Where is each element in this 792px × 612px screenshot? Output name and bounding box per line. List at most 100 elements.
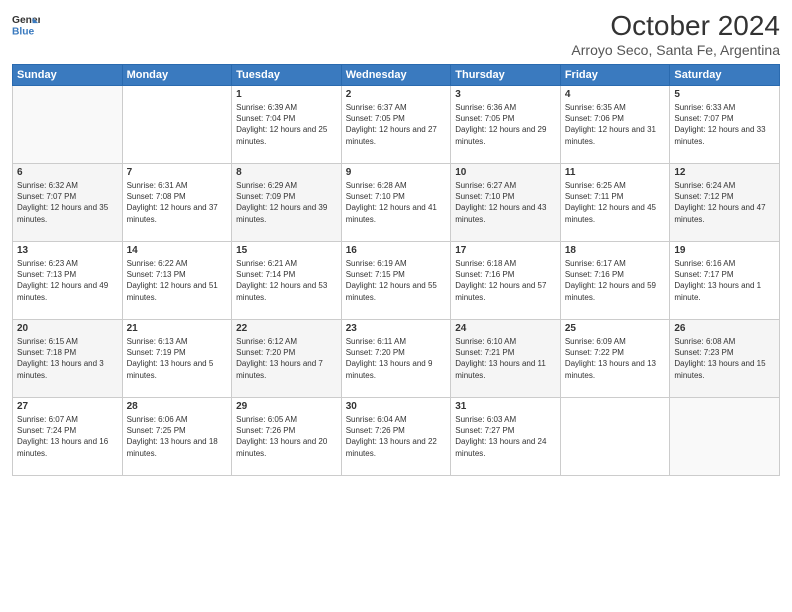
- day-info: Sunrise: 6:10 AM Sunset: 7:21 PM Dayligh…: [455, 336, 556, 381]
- day-number: 26: [674, 323, 775, 334]
- day-number: 6: [17, 167, 118, 178]
- table-row: 14 Sunrise: 6:22 AM Sunset: 7:13 PM Dayli…: [122, 242, 232, 320]
- day-number: 21: [127, 323, 228, 334]
- day-info: Sunrise: 6:31 AM Sunset: 7:08 PM Dayligh…: [127, 180, 228, 225]
- day-info: Sunrise: 6:18 AM Sunset: 7:16 PM Dayligh…: [455, 258, 556, 303]
- day-number: 20: [17, 323, 118, 334]
- day-number: 16: [346, 245, 447, 256]
- day-number: 11: [565, 167, 666, 178]
- table-row: 23 Sunrise: 6:11 AM Sunset: 7:20 PM Dayli…: [341, 320, 451, 398]
- table-row: 18Sunrise: 6:17 AM Sunset: 7:16 PM Dayli…: [560, 242, 670, 320]
- table-row: 15Sunrise: 6:21 AM Sunset: 7:14 PM Dayli…: [232, 242, 342, 320]
- day-number: 25: [565, 323, 666, 334]
- table-row: 7 Sunrise: 6:31 AM Sunset: 7:08 PM Daylig…: [122, 164, 232, 242]
- day-number: 17: [455, 245, 556, 256]
- day-info: Sunrise: 6:04 AM Sunset: 7:26 PM Dayligh…: [346, 414, 447, 459]
- calendar-table: Sunday Monday Tuesday Wednesday Thursday…: [12, 64, 780, 476]
- month-title: October 2024: [571, 10, 780, 42]
- logo: General Blue: [12, 10, 40, 38]
- day-info: Sunrise: 6:05 AM Sunset: 7:26 PM Dayligh…: [236, 414, 337, 459]
- table-row: 17 Sunrise: 6:18 AM Sunset: 7:16 PM Dayli…: [451, 242, 561, 320]
- day-info: Sunrise: 6:12 AM Sunset: 7:20 PM Dayligh…: [236, 336, 337, 381]
- day-info: Sunrise: 6:21 AM Sunset: 7:14 PM Dayligh…: [236, 258, 337, 303]
- table-row: 5 Sunrise: 6:33 AM Sunset: 7:07 PM Daylig…: [670, 86, 780, 164]
- day-info: Sunrise: 6:07 AM Sunset: 7:24 PM Dayligh…: [17, 414, 118, 459]
- day-info: Sunrise: 6:35 AM Sunset: 7:06 PM Dayligh…: [565, 102, 666, 147]
- day-number: 23: [346, 323, 447, 334]
- day-info: Sunrise: 6:24 AM Sunset: 7:12 PM Dayligh…: [674, 180, 775, 225]
- header-monday: Monday: [122, 65, 232, 86]
- day-info: Sunrise: 6:27 AM Sunset: 7:10 PM Dayligh…: [455, 180, 556, 225]
- table-row: 6Sunrise: 6:32 AM Sunset: 7:07 PM Daylig…: [13, 164, 123, 242]
- day-number: 2: [346, 89, 447, 100]
- day-number: 22: [236, 323, 337, 334]
- header: General Blue October 2024 Arroyo Seco, S…: [12, 10, 780, 58]
- day-info: Sunrise: 6:11 AM Sunset: 7:20 PM Dayligh…: [346, 336, 447, 381]
- day-number: 18: [565, 245, 666, 256]
- day-number: 27: [17, 401, 118, 412]
- day-number: 5: [674, 89, 775, 100]
- calendar-week-row: 6Sunrise: 6:32 AM Sunset: 7:07 PM Daylig…: [13, 164, 780, 242]
- day-info: Sunrise: 6:33 AM Sunset: 7:07 PM Dayligh…: [674, 102, 775, 147]
- day-number: 24: [455, 323, 556, 334]
- day-info: Sunrise: 6:29 AM Sunset: 7:09 PM Dayligh…: [236, 180, 337, 225]
- svg-text:Blue: Blue: [12, 26, 35, 37]
- day-number: 10: [455, 167, 556, 178]
- table-row: 31Sunrise: 6:03 AM Sunset: 7:27 PM Dayli…: [451, 398, 561, 476]
- table-row: 9 Sunrise: 6:28 AM Sunset: 7:10 PM Daylig…: [341, 164, 451, 242]
- day-number: 7: [127, 167, 228, 178]
- table-row: 11 Sunrise: 6:25 AM Sunset: 7:11 PM Dayli…: [560, 164, 670, 242]
- table-row: 3 Sunrise: 6:36 AM Sunset: 7:05 PM Daylig…: [451, 86, 561, 164]
- day-number: 29: [236, 401, 337, 412]
- day-info: Sunrise: 6:08 AM Sunset: 7:23 PM Dayligh…: [674, 336, 775, 381]
- header-tuesday: Tuesday: [232, 65, 342, 86]
- table-row: 27 Sunrise: 6:07 AM Sunset: 7:24 PM Dayli…: [13, 398, 123, 476]
- table-row: 26 Sunrise: 6:08 AM Sunset: 7:23 PM Dayli…: [670, 320, 780, 398]
- day-info: Sunrise: 6:22 AM Sunset: 7:13 PM Dayligh…: [127, 258, 228, 303]
- calendar-week-row: 27 Sunrise: 6:07 AM Sunset: 7:24 PM Dayli…: [13, 398, 780, 476]
- table-row: 2 Sunrise: 6:37 AM Sunset: 7:05 PM Daylig…: [341, 86, 451, 164]
- day-number: 9: [346, 167, 447, 178]
- day-number: 12: [674, 167, 775, 178]
- table-row: 10 Sunrise: 6:27 AM Sunset: 7:10 PM Dayli…: [451, 164, 561, 242]
- table-row: 28 Sunrise: 6:06 AM Sunset: 7:25 PM Dayli…: [122, 398, 232, 476]
- day-info: Sunrise: 6:06 AM Sunset: 7:25 PM Dayligh…: [127, 414, 228, 459]
- day-number: 4: [565, 89, 666, 100]
- day-info: Sunrise: 6:28 AM Sunset: 7:10 PM Dayligh…: [346, 180, 447, 225]
- table-row: [13, 86, 123, 164]
- table-row: 13 Sunrise: 6:23 AM Sunset: 7:13 PM Dayli…: [13, 242, 123, 320]
- location-subtitle: Arroyo Seco, Santa Fe, Argentina: [571, 42, 780, 58]
- table-row: 29 Sunrise: 6:05 AM Sunset: 7:26 PM Dayli…: [232, 398, 342, 476]
- table-row: 4 Sunrise: 6:35 AM Sunset: 7:06 PM Daylig…: [560, 86, 670, 164]
- table-row: 19Sunrise: 6:16 AM Sunset: 7:17 PM Dayli…: [670, 242, 780, 320]
- day-number: 3: [455, 89, 556, 100]
- day-number: 28: [127, 401, 228, 412]
- table-row: 25 Sunrise: 6:09 AM Sunset: 7:22 PM Dayli…: [560, 320, 670, 398]
- header-saturday: Saturday: [670, 65, 780, 86]
- table-row: 12 Sunrise: 6:24 AM Sunset: 7:12 PM Dayli…: [670, 164, 780, 242]
- table-row: 24 Sunrise: 6:10 AM Sunset: 7:21 PM Dayli…: [451, 320, 561, 398]
- day-info: Sunrise: 6:36 AM Sunset: 7:05 PM Dayligh…: [455, 102, 556, 147]
- day-info: Sunrise: 6:25 AM Sunset: 7:11 PM Dayligh…: [565, 180, 666, 225]
- day-number: 1: [236, 89, 337, 100]
- table-row: 20 Sunrise: 6:15 AM Sunset: 7:18 PM Dayli…: [13, 320, 123, 398]
- day-info: Sunrise: 6:09 AM Sunset: 7:22 PM Dayligh…: [565, 336, 666, 381]
- day-info: Sunrise: 6:15 AM Sunset: 7:18 PM Dayligh…: [17, 336, 118, 381]
- day-info: Sunrise: 6:39 AM Sunset: 7:04 PM Dayligh…: [236, 102, 337, 147]
- calendar-week-row: 20 Sunrise: 6:15 AM Sunset: 7:18 PM Dayli…: [13, 320, 780, 398]
- day-info: Sunrise: 6:16 AM Sunset: 7:17 PM Dayligh…: [674, 258, 775, 303]
- day-number: 14: [127, 245, 228, 256]
- day-info: Sunrise: 6:37 AM Sunset: 7:05 PM Dayligh…: [346, 102, 447, 147]
- table-row: 22 Sunrise: 6:12 AM Sunset: 7:20 PM Dayli…: [232, 320, 342, 398]
- day-info: Sunrise: 6:23 AM Sunset: 7:13 PM Dayligh…: [17, 258, 118, 303]
- table-row: 30 Sunrise: 6:04 AM Sunset: 7:26 PM Dayli…: [341, 398, 451, 476]
- day-info: Sunrise: 6:19 AM Sunset: 7:15 PM Dayligh…: [346, 258, 447, 303]
- table-row: 1 Sunrise: 6:39 AM Sunset: 7:04 PM Daylig…: [232, 86, 342, 164]
- table-row: [560, 398, 670, 476]
- day-number: 13: [17, 245, 118, 256]
- calendar-header-row: Sunday Monday Tuesday Wednesday Thursday…: [13, 65, 780, 86]
- table-row: [122, 86, 232, 164]
- table-row: 21Sunrise: 6:13 AM Sunset: 7:19 PM Dayli…: [122, 320, 232, 398]
- day-number: 30: [346, 401, 447, 412]
- calendar-week-row: 13 Sunrise: 6:23 AM Sunset: 7:13 PM Dayli…: [13, 242, 780, 320]
